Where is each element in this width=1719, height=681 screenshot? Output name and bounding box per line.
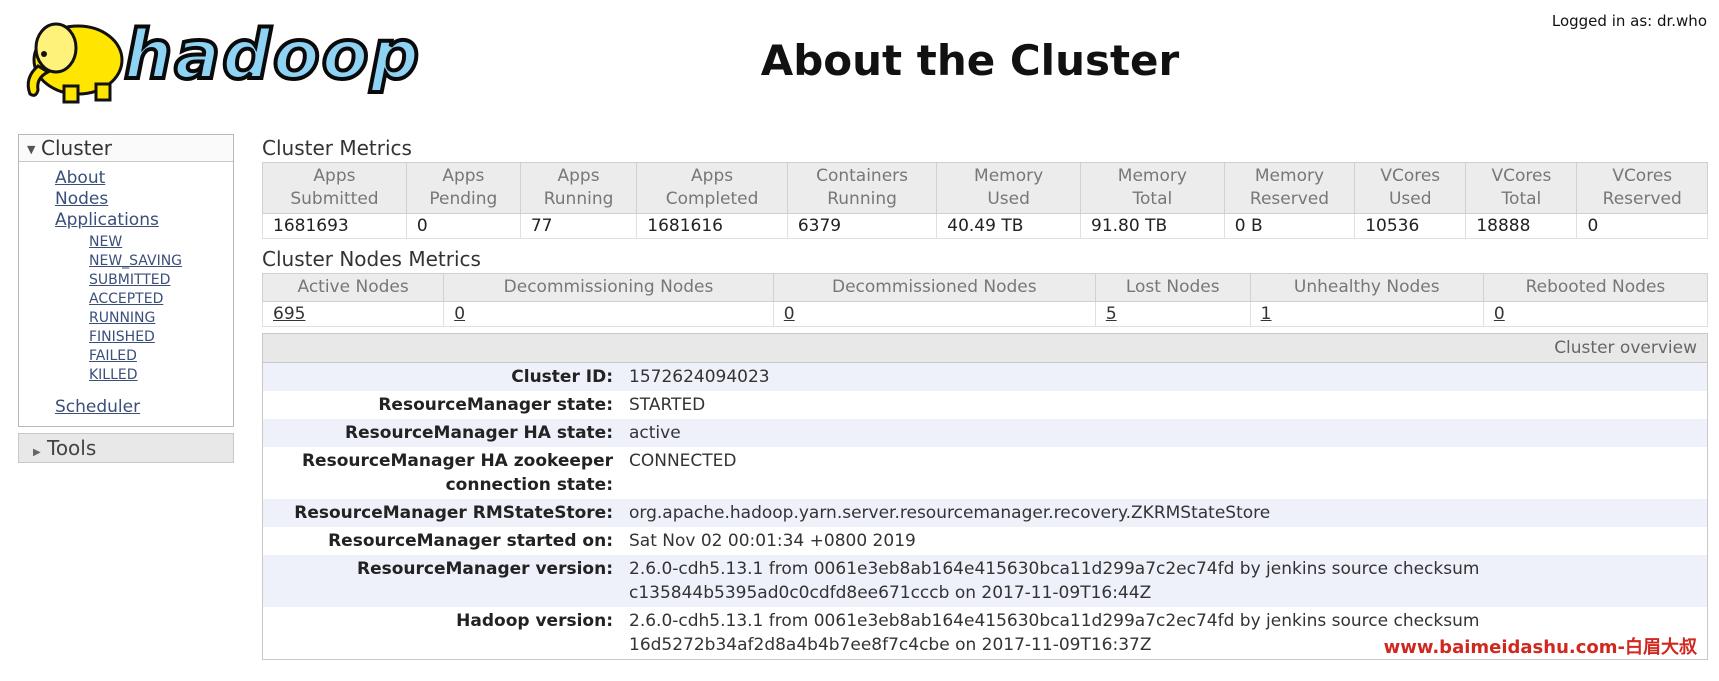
apps-submitted-value: 1681693 — [262, 213, 407, 239]
app-state-links: NEW NEW_SAVING SUBMITTED ACCEPTED RUNNIN… — [19, 233, 233, 385]
column-header[interactable]: Active Nodes — [261, 273, 445, 302]
vcores-reserved-value: 0 — [1576, 213, 1708, 239]
overview-key: ResourceManager HA state: — [345, 423, 613, 443]
column-header[interactable]: Apps Submitted — [262, 162, 407, 214]
column-header[interactable]: VCores Used — [1354, 162, 1467, 214]
column-header[interactable]: Decommissioned Nodes — [772, 273, 1096, 302]
nav-link-scheduler[interactable]: Scheduler — [55, 397, 233, 418]
nodes-metrics-title: Cluster Nodes Metrics — [262, 247, 481, 271]
table-header-row: Apps Submitted Apps Pending Apps Running Ap… — [262, 162, 1708, 214]
overview-row: ResourceManager started on: Sat Nov 02 00… — [263, 527, 1707, 555]
unhealthy-nodes-link[interactable]: 1 — [1261, 304, 1272, 324]
main-content: Cluster Metrics Apps Submitted Apps Pendin… — [261, 134, 1709, 660]
nav-link-new-saving[interactable]: NEW_SAVING — [89, 252, 233, 271]
overview-row: ResourceManager HA zookeeper connection … — [263, 447, 1707, 499]
decommissioned-nodes-link[interactable]: 0 — [784, 304, 795, 324]
overview-value: Sat Nov 02 00:01:34 +0800 2019 — [629, 531, 916, 551]
nav-link-finished[interactable]: FINISHED — [89, 328, 233, 347]
overview-row: ResourceManager version: 2.6.0-cdh5.13.1 … — [263, 555, 1707, 607]
lost-nodes-link[interactable]: 5 — [1106, 304, 1117, 324]
memory-reserved-value: 0 B — [1223, 213, 1356, 239]
active-nodes-link[interactable]: 695 — [273, 304, 305, 324]
overview-row: ResourceManager HA state: active — [263, 419, 1707, 447]
nav-link-killed[interactable]: KILLED — [89, 366, 233, 385]
nav-link-new[interactable]: NEW — [89, 233, 233, 252]
cluster-panel-label: Cluster — [41, 136, 112, 160]
overview-key: ResourceManager version: — [357, 559, 613, 579]
overview-row: ResourceManager state: STARTED — [263, 391, 1707, 419]
vcores-total-value: 18888 — [1465, 213, 1578, 239]
nav-link-failed[interactable]: FAILED — [89, 347, 233, 366]
overview-value: org.apache.hadoop.yarn.server.resourcema… — [629, 503, 1271, 523]
watermark-text: www.baimeidashu.com-白眉大叔 — [1383, 637, 1697, 658]
column-header[interactable]: Decommissioning Nodes — [443, 273, 774, 302]
decommissioning-nodes-link[interactable]: 0 — [454, 304, 465, 324]
active-nodes-cell: 695 — [261, 301, 445, 327]
unhealthy-nodes-cell: 1 — [1249, 301, 1484, 327]
nodes-metrics-table: Active Nodes Decommissioning Nodes Decom… — [261, 273, 1709, 327]
cluster-panel-header[interactable]: ▼ Cluster — [19, 135, 233, 162]
cluster-overview-panel: Cluster overview Cluster ID: 157262409402… — [262, 333, 1708, 660]
page-title: About the Cluster — [760, 36, 1180, 85]
cluster-metrics-title: Cluster Metrics — [262, 136, 412, 160]
cluster-metrics-table: Apps Submitted Apps Pending Apps Running Ap… — [262, 162, 1708, 239]
overview-key: ResourceManager started on: — [328, 531, 613, 551]
apps-completed-value: 1681616 — [636, 213, 788, 239]
cluster-overview-title: Cluster overview — [263, 334, 1707, 363]
column-header[interactable]: Containers Running — [786, 162, 938, 214]
table-header-row: Active Nodes Decommissioning Nodes Decom… — [261, 273, 1709, 302]
decommissioned-nodes-cell: 0 — [772, 301, 1096, 327]
nav-link-accepted[interactable]: ACCEPTED — [89, 290, 233, 309]
nav-link-submitted[interactable]: SUBMITTED — [89, 271, 233, 290]
overview-rows: Cluster ID: 1572624094023 ResourceManager… — [263, 363, 1707, 659]
nav-link-about[interactable]: About — [55, 168, 233, 189]
column-header[interactable]: Memory Used — [936, 162, 1081, 214]
collapse-arrow-icon: ▼ — [27, 142, 36, 156]
apps-running-value: 77 — [519, 213, 638, 239]
logged-in-label: Logged in as: dr.who — [1551, 12, 1707, 30]
table-row: 695 0 0 5 1 0 — [261, 301, 1709, 327]
nav-link-nodes[interactable]: Nodes — [55, 189, 233, 210]
memory-total-value: 91.80 TB — [1080, 213, 1225, 239]
column-header[interactable]: Memory Reserved — [1223, 162, 1356, 214]
overview-row: ResourceManager RMStateStore: org.apache.… — [263, 499, 1707, 527]
lost-nodes-cell: 5 — [1094, 301, 1251, 327]
overview-value: STARTED — [629, 395, 706, 415]
tools-label: Tools — [47, 436, 97, 460]
column-header[interactable]: Apps Running — [519, 162, 638, 214]
rebooted-nodes-cell: 0 — [1482, 301, 1709, 327]
apps-pending-value: 0 — [405, 213, 521, 239]
column-header[interactable]: Apps Completed — [636, 162, 788, 214]
overview-key: Hadoop version: — [456, 611, 613, 631]
nav-link-running[interactable]: RUNNING — [89, 309, 233, 328]
overview-value: CONNECTED — [629, 451, 737, 471]
expand-arrow-icon: ▶ — [33, 447, 41, 458]
containers-running-value: 6379 — [786, 213, 938, 239]
column-header[interactable]: VCores Total — [1465, 162, 1578, 214]
tools-panel-header[interactable]: ▶ Tools — [18, 433, 234, 463]
memory-used-value: 40.49 TB — [936, 213, 1081, 239]
vcores-used-value: 10536 — [1354, 213, 1467, 239]
column-header[interactable]: Rebooted Nodes — [1482, 273, 1709, 302]
cluster-panel: ▼ Cluster About Nodes Applications NEW NE… — [18, 134, 234, 427]
column-header[interactable]: Unhealthy Nodes — [1249, 273, 1484, 302]
cluster-nav: About Nodes Applications NEW NEW_SAVING … — [19, 162, 233, 426]
overview-key: ResourceManager HA zookeeper connection … — [301, 451, 613, 495]
overview-value: active — [629, 423, 681, 443]
column-header[interactable]: Memory Total — [1080, 162, 1225, 214]
column-header[interactable]: Lost Nodes — [1094, 273, 1251, 302]
overview-value: 1572624094023 — [629, 367, 770, 387]
overview-value: 2.6.0-cdh5.13.1 from 0061e3eb8ab164e4156… — [629, 559, 1480, 603]
nav-link-applications[interactable]: Applications — [55, 210, 233, 231]
table-row: 1681693 0 77 1681616 6379 40.49 TB 91.80… — [262, 213, 1708, 239]
column-header[interactable]: Apps Pending — [405, 162, 521, 214]
sidebar: ▼ Cluster About Nodes Applications NEW NE… — [18, 134, 234, 463]
rebooted-nodes-link[interactable]: 0 — [1494, 304, 1505, 324]
decommissioning-nodes-cell: 0 — [443, 301, 774, 327]
overview-key: ResourceManager state: — [378, 395, 613, 415]
overview-key: Cluster ID: — [511, 367, 613, 387]
overview-key: ResourceManager RMStateStore: — [294, 503, 613, 523]
overview-row: Cluster ID: 1572624094023 — [263, 363, 1707, 391]
column-header[interactable]: VCores Reserved — [1576, 162, 1708, 214]
